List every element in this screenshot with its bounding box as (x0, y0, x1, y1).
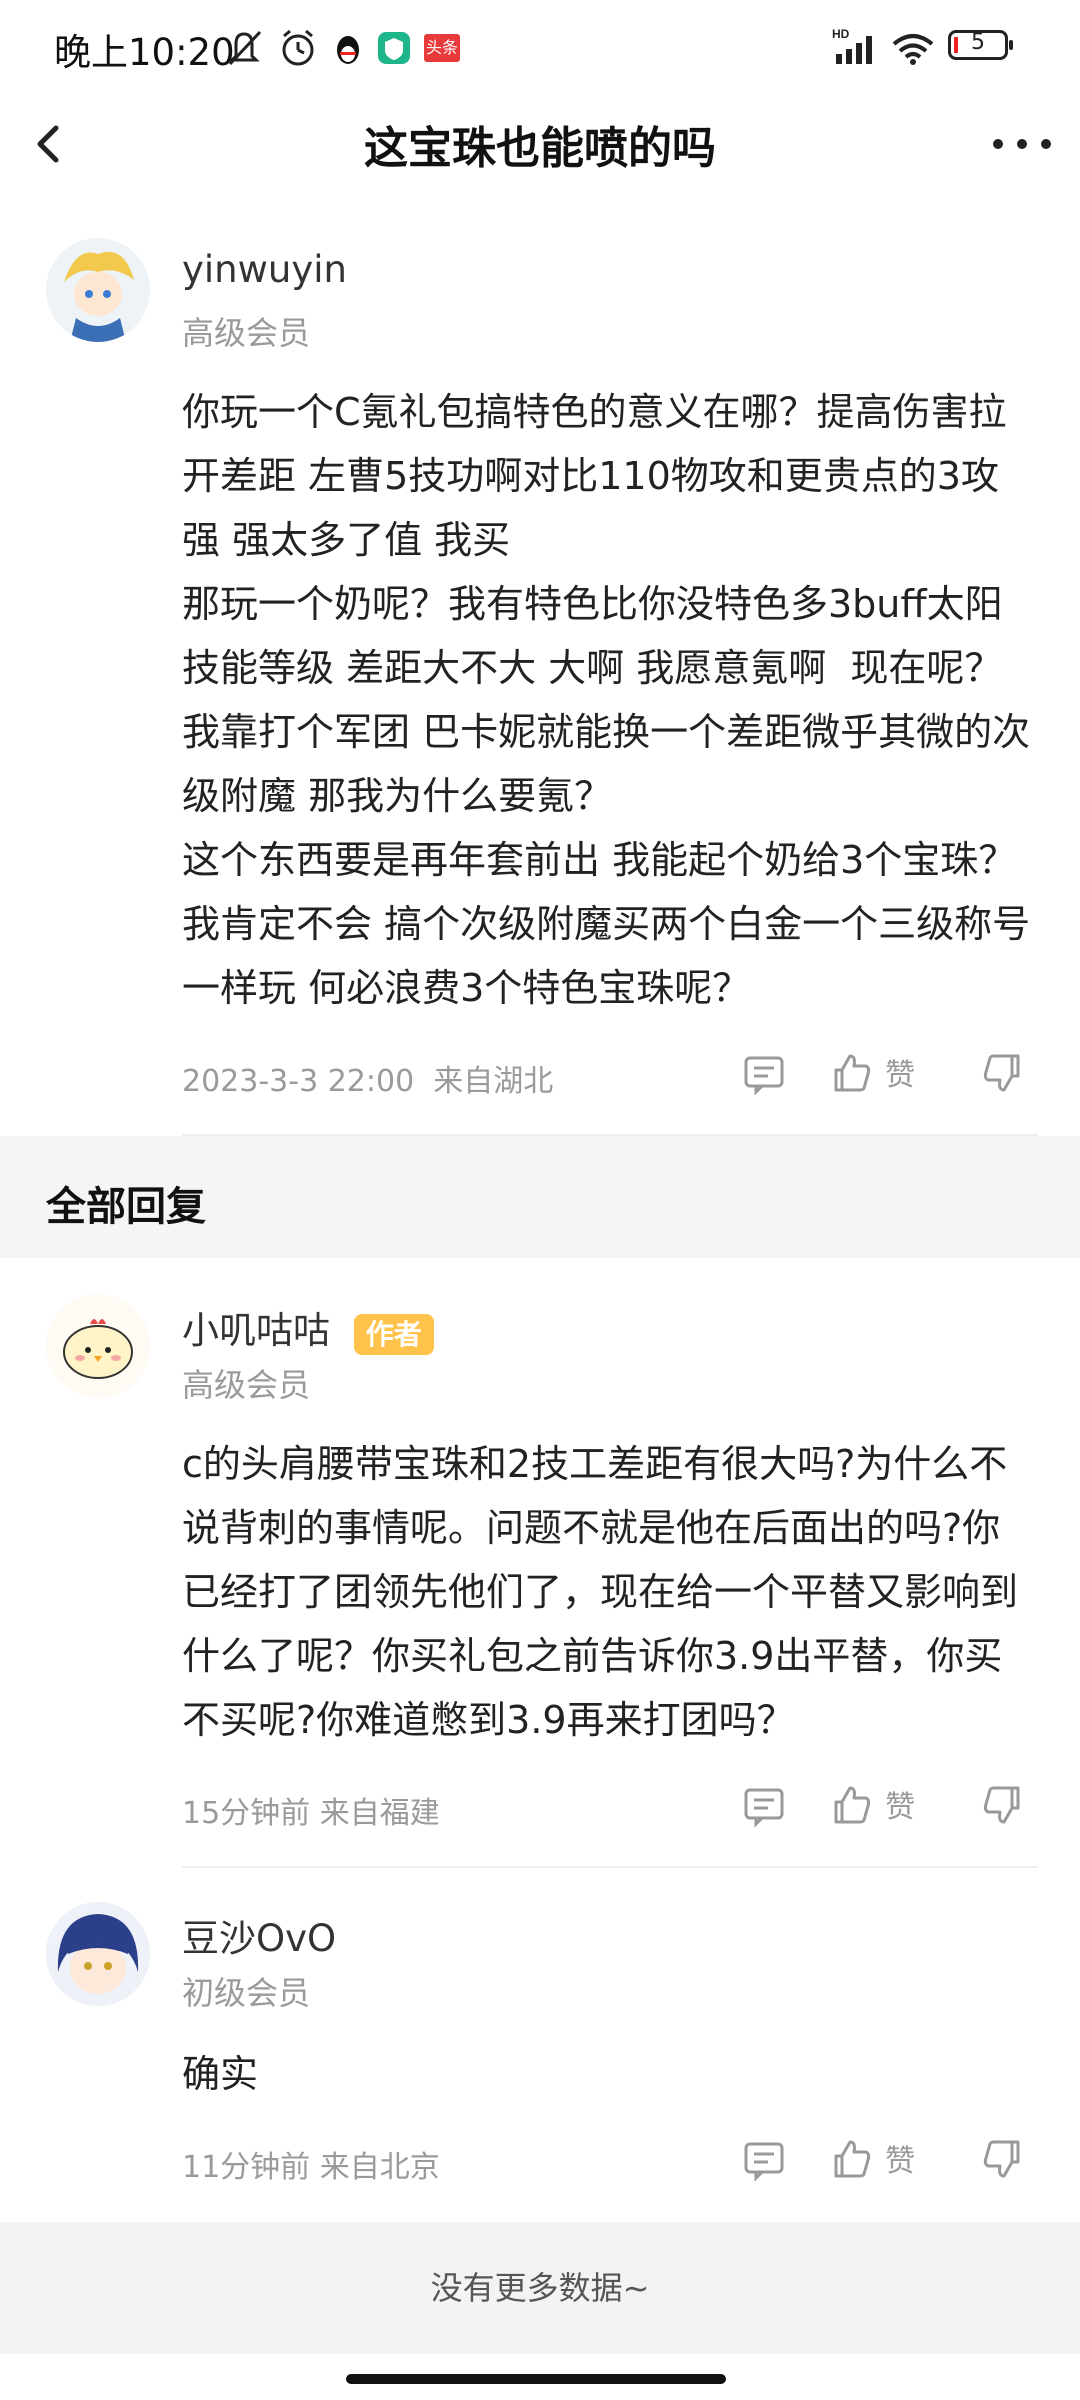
home-indicator[interactable] (346, 2374, 726, 2384)
comment-icon[interactable] (742, 1052, 786, 1096)
toutiao-icon: 头条 (424, 34, 460, 62)
page-title: 这宝珠也能喷的吗 (364, 123, 716, 174)
svg-text:HD: HD (832, 27, 850, 41)
like-label: 赞 (885, 1058, 916, 1093)
comment-icon[interactable] (742, 1784, 786, 1828)
reply-location: 来自北京 (319, 2150, 440, 2185)
like-button[interactable]: 赞 (830, 1782, 915, 1826)
qq-icon (337, 36, 359, 64)
battery-tip (1009, 40, 1013, 50)
status-time: 晚上10:20 (54, 31, 235, 74)
post-username[interactable]: yinwuyin (182, 248, 347, 291)
status-bar: 晚上10:20 头条 HD 5 (0, 0, 1080, 96)
thumbs-down-icon[interactable] (980, 1784, 1024, 1828)
like-button[interactable]: 赞 (830, 2136, 915, 2180)
mute-icon (228, 30, 262, 66)
post-body: 你玩一个C氪礼包搞特色的意义在哪？提高伤害拉开差距 左曹5技功啊对比110物攻和… (182, 390, 1031, 1010)
section-title: 全部回复 (46, 1184, 206, 1230)
wifi-icon (892, 34, 934, 65)
chick-avatar-image (46, 1294, 150, 1398)
reply-location: 来自福建 (319, 1796, 440, 1831)
comment-icon[interactable] (742, 2138, 786, 2182)
reply-body: c的头肩腰带宝珠和2技工差距有很大吗?为什么不说背刺的事情呢。问题不就是他在后面… (182, 1442, 1019, 1742)
post-level: 高级会员 (182, 314, 311, 352)
reply-username[interactable]: 豆沙OvO (182, 1908, 336, 1962)
thumbs-up-icon (834, 2140, 871, 2178)
no-more-data: 没有更多数据~ (0, 2222, 1080, 2354)
anime-avatar-image (46, 1902, 150, 2006)
like-label: 赞 (885, 1790, 916, 1825)
reply-level: 初级会员 (182, 1974, 311, 2012)
reply-body: 确实 (182, 2052, 259, 2096)
post-meta: 2023-3-3 22:00 来自湖北 (182, 1056, 553, 1100)
like-label: 赞 (885, 2144, 916, 2179)
post-timestamp: 2023-3-3 22:00 (182, 1064, 415, 1099)
reply-level: 高级会员 (182, 1366, 311, 1404)
thumbs-up-icon (834, 1786, 871, 1824)
reply-username: 小叽咕咕 作者 (182, 1300, 434, 1355)
post-location: 来自湖北 (433, 1064, 554, 1099)
section-header: 全部回复 (0, 1136, 1080, 1258)
battery-icon: 5 (948, 30, 1013, 60)
avatar-image (46, 238, 150, 342)
thumbs-down-icon[interactable] (980, 1052, 1024, 1096)
author-badge: 作者 (353, 1313, 434, 1355)
reply-timestamp: 11分钟前 (182, 2150, 311, 2185)
reply-meta: 11分钟前 来自北京 (182, 2142, 440, 2186)
battery-percent: 5 (971, 30, 985, 55)
toutiao-label: 头条 (425, 38, 458, 57)
alarm-icon (282, 29, 314, 66)
signal-icon: HD (832, 27, 872, 64)
like-button[interactable]: 赞 (830, 1050, 915, 1094)
reply-avatar[interactable] (46, 1294, 150, 1398)
reply-timestamp: 15分钟前 (182, 1796, 311, 1831)
divider (182, 1866, 1038, 1868)
avatar[interactable] (46, 238, 150, 342)
reply-meta: 15分钟前 来自福建 (182, 1788, 440, 1832)
thumbs-down-icon[interactable] (980, 2138, 1024, 2182)
thumbs-up-icon (834, 1054, 871, 1092)
reply-avatar[interactable] (46, 1902, 150, 2006)
reply-username-text[interactable]: 小叽咕咕 (182, 1309, 330, 1352)
shield-app-icon (378, 32, 410, 64)
